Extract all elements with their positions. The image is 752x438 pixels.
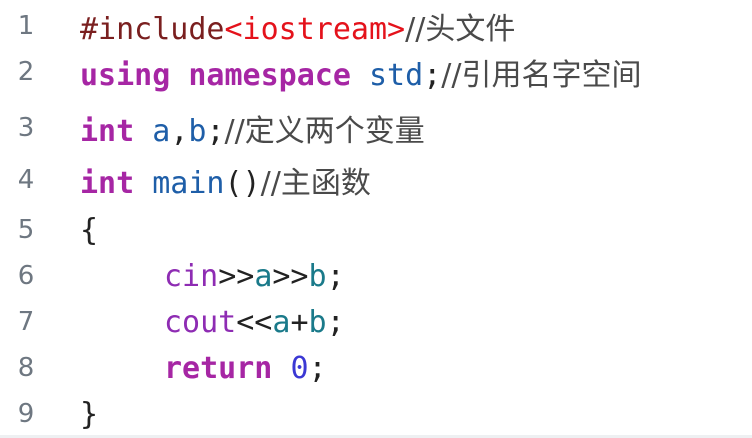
code-token: , [170, 114, 189, 149]
line-number: 1 [17, 11, 35, 41]
code-line[interactable]: 9} [0, 392, 98, 436]
code-text[interactable]: return 0; [80, 351, 327, 386]
code-text[interactable]: } [80, 397, 98, 432]
line-number: 7 [17, 307, 35, 337]
line-number: 9 [17, 399, 35, 429]
code-line[interactable]: 7 cout<<a+b; [0, 300, 345, 344]
code-text[interactable]: { [80, 213, 98, 248]
code-token: + [290, 304, 309, 340]
code-token: { [80, 212, 99, 248]
code-token: //主函数 [260, 166, 371, 201]
code-text[interactable]: int main()//主函数 [80, 158, 371, 202]
code-text[interactable]: int a,b;//定义两个变量 [80, 106, 425, 150]
code-line[interactable]: 2 using namespace std;//引用名字空间 [0, 50, 642, 94]
code-token: ; [423, 58, 442, 93]
code-token: cin [164, 258, 219, 294]
code-token: a [254, 258, 273, 294]
code-text[interactable]: #include<iostream>//头文件 [80, 4, 515, 48]
code-token: a [272, 304, 291, 340]
code-token: ; [308, 350, 327, 386]
code-token: >> [218, 258, 255, 294]
line-number: 2 [17, 57, 35, 87]
line-number: 4 [17, 165, 35, 195]
code-token: //头文件 [405, 12, 516, 47]
code-token: << [236, 304, 273, 340]
code-token: ; [206, 114, 225, 149]
code-token: return [164, 350, 273, 386]
code-token: <iostream> [224, 12, 406, 47]
code-token: //定义两个变量 [224, 114, 425, 149]
code-token: 0 [290, 350, 309, 386]
code-token: b [308, 304, 327, 340]
code-text[interactable]: using namespace std;//引用名字空间 [80, 50, 641, 94]
code-text[interactable]: cin>>a>>b; [80, 259, 345, 294]
code-token: } [80, 396, 99, 432]
code-line[interactable]: 3 int a,b;//定义两个变量 [0, 106, 425, 150]
code-token: int [80, 114, 135, 149]
line-number: 8 [17, 353, 35, 383]
code-token: b [308, 258, 327, 294]
code-line[interactable]: 6 cin>>a>>b; [0, 254, 345, 298]
code-line[interactable]: 1 #include<iostream>//头文件 [0, 4, 516, 48]
line-number: 3 [17, 113, 35, 143]
code-token: ; [326, 304, 345, 340]
code-token: #include [80, 12, 225, 47]
code-token: std [369, 58, 424, 93]
code-token: int [80, 166, 135, 201]
code-token: ; [326, 258, 345, 294]
code-line[interactable]: 8 return 0; [0, 346, 327, 390]
code-token: using namespace [80, 58, 351, 93]
code-editor[interactable]: 1 #include<iostream>//头文件 2 using namespace… [0, 0, 752, 438]
code-token: //引用名字空间 [441, 58, 642, 93]
line-number: 6 [17, 261, 35, 291]
code-token: () [224, 166, 261, 201]
code-token: cout [164, 304, 237, 340]
code-token: >> [272, 258, 309, 294]
line-number: 5 [17, 215, 35, 245]
code-token: b [188, 114, 207, 149]
code-token: a [152, 114, 171, 149]
code-line[interactable]: 4 int main()//主函数 [0, 158, 371, 202]
code-line[interactable]: 5{ [0, 208, 98, 252]
code-token: main [152, 166, 225, 201]
code-text[interactable]: cout<<a+b; [80, 305, 345, 340]
